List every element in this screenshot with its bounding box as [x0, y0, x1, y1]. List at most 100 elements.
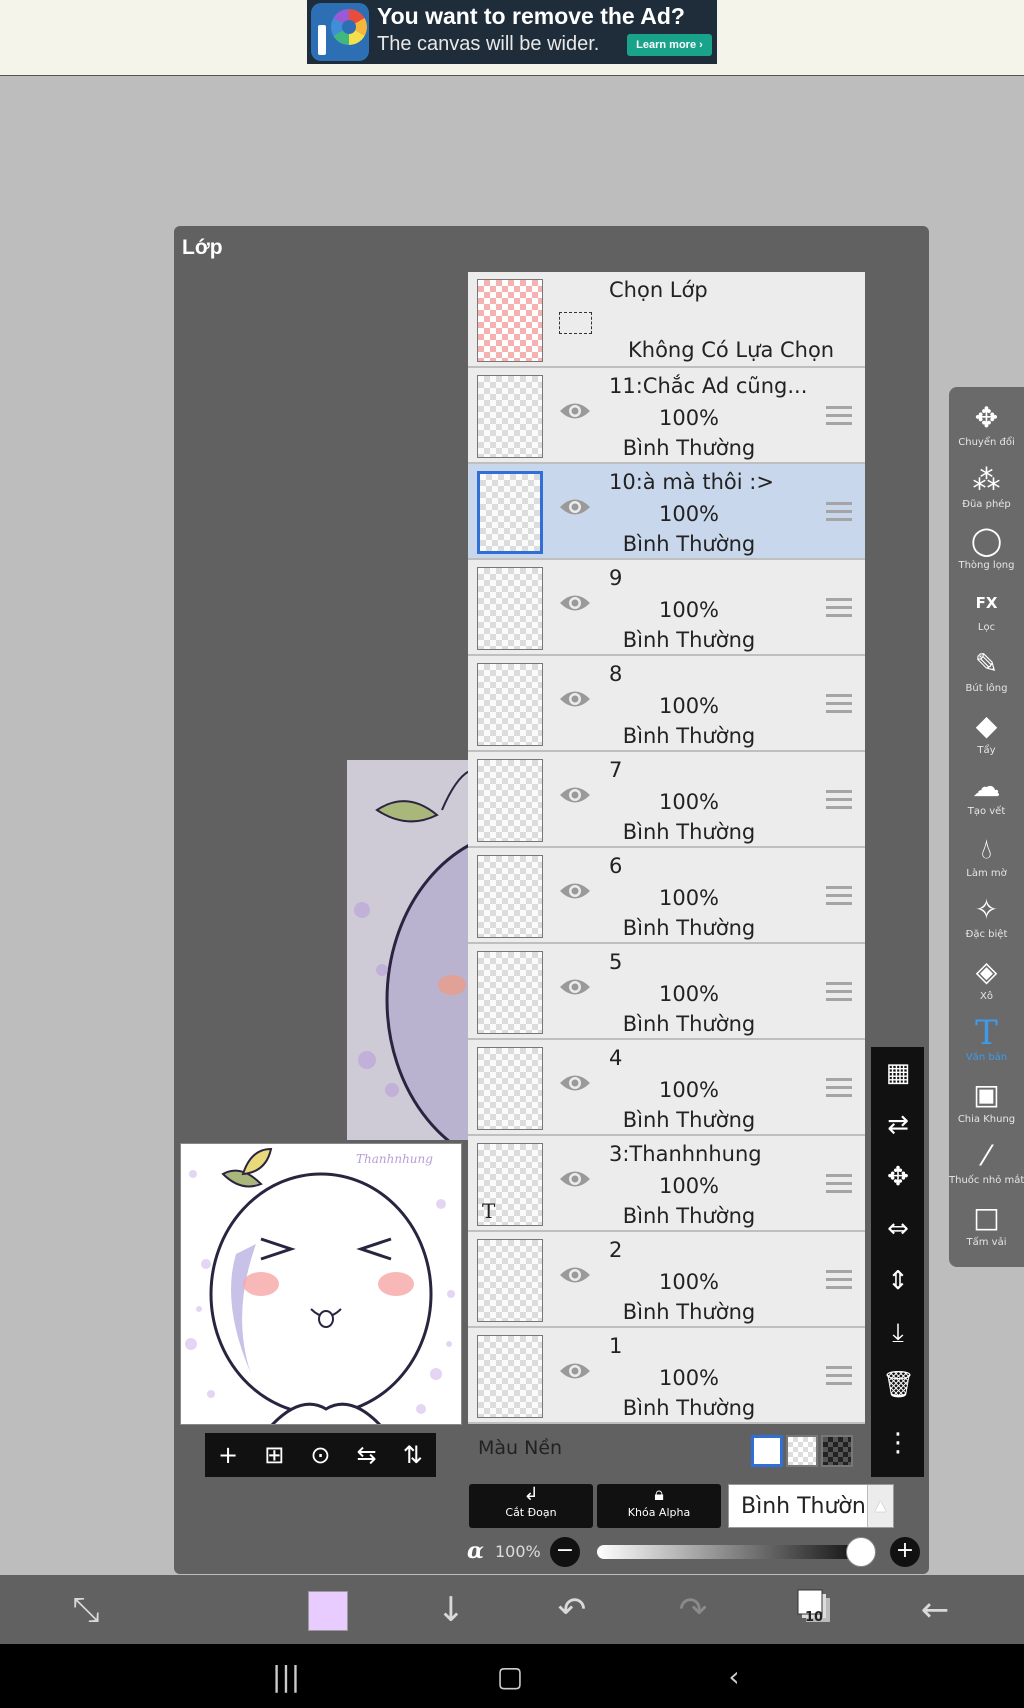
layer-row[interactable]: T 3:Thanhnhung 100% Bình Thường: [468, 1136, 865, 1232]
add-layer-button[interactable]: +: [211, 1441, 245, 1469]
text-icon: T: [975, 1013, 998, 1053]
tool-bucket[interactable]: ◈ Xô: [949, 953, 1024, 1013]
tool-canvas[interactable]: □ Tấm vải: [949, 1199, 1024, 1259]
current-color-swatch[interactable]: [308, 1591, 348, 1631]
layer-row[interactable]: 6 100% Bình Thường: [468, 848, 865, 944]
tool-fx[interactable]: FX Lọc: [949, 584, 1024, 644]
layer-swap-icon[interactable]: ⇄: [882, 1109, 914, 1141]
selection-layer-row[interactable]: Chọn Lớp Không Có Lựa Chọn: [468, 272, 865, 368]
canvas-area[interactable]: [347, 760, 469, 1140]
flip-layer-vertical-icon[interactable]: ⇕: [882, 1265, 914, 1297]
recent-apps-icon[interactable]: |||: [266, 1657, 306, 1697]
layer-row[interactable]: 2 100% Bình Thường: [468, 1232, 865, 1328]
layer-row[interactable]: 5 100% Bình Thường: [468, 944, 865, 1040]
layer-row[interactable]: 8 100% Bình Thường: [468, 656, 865, 752]
eye-icon[interactable]: [558, 1168, 592, 1190]
eye-icon[interactable]: [558, 784, 592, 806]
back-arrow-icon[interactable]: ←: [912, 1587, 958, 1633]
tool-blur[interactable]: 💧︎ Làm mờ: [949, 830, 1024, 890]
opacity-slider-knob[interactable]: [846, 1537, 876, 1567]
layer-row[interactable]: 9 100% Bình Thường: [468, 560, 865, 656]
alpha-symbol: α: [467, 1538, 484, 1564]
eye-icon[interactable]: [558, 1264, 592, 1286]
drag-handle-icon[interactable]: [826, 598, 852, 618]
flip-vertical-button[interactable]: ⇅: [396, 1441, 430, 1469]
eye-icon[interactable]: [558, 880, 592, 902]
ad-learn-more-button[interactable]: Learn more ›: [627, 34, 712, 56]
blur-icon: 💧︎: [980, 831, 993, 865]
transform-tool-icon[interactable]: ⤡: [63, 1587, 109, 1633]
drag-handle-icon[interactable]: [826, 694, 852, 714]
tool-frame-divider[interactable]: ▣ Chia Khung: [949, 1076, 1024, 1136]
drag-handle-icon[interactable]: [826, 1366, 852, 1386]
opacity-increase-button[interactable]: +: [890, 1537, 920, 1567]
drag-handle-icon[interactable]: [826, 502, 852, 522]
ad-banner[interactable]: You want to remove the Ad? The canvas wi…: [307, 0, 717, 64]
tool-magic-wand[interactable]: ⁂ Đũa phép: [949, 461, 1024, 521]
tool-text[interactable]: T Văn bản: [949, 1014, 1024, 1074]
drag-handle-icon[interactable]: [826, 790, 852, 810]
redo-icon[interactable]: ↷: [670, 1587, 716, 1633]
tool-smudge[interactable]: ☁ Tạo vết: [949, 768, 1024, 828]
tool-lasso[interactable]: ◯ Thòng lọng: [949, 522, 1024, 582]
tool-move[interactable]: ✥ Chuyển đổi: [949, 399, 1024, 459]
arrow-down-icon[interactable]: ↓: [428, 1587, 474, 1633]
background-transparent-swatch[interactable]: [786, 1435, 818, 1467]
eye-icon[interactable]: [558, 1072, 592, 1094]
canvas-thumbnail[interactable]: Thanhnhung: [180, 1143, 462, 1425]
eye-icon[interactable]: [558, 688, 592, 710]
background-dark-checker-swatch[interactable]: [821, 1435, 853, 1467]
alpha-lock-button[interactable]: 🔒︎ Khóa Alpha: [597, 1484, 721, 1528]
drag-handle-icon[interactable]: [826, 1270, 852, 1290]
eye-icon[interactable]: [558, 592, 592, 614]
layers-icon[interactable]: 10: [792, 1587, 838, 1633]
system-back-icon[interactable]: ‹: [714, 1657, 754, 1697]
trash-icon[interactable]: 🗑: [882, 1369, 915, 1401]
layer-thumbnail: [477, 567, 543, 650]
blend-mode-select[interactable]: Bình Thường ▲: [728, 1484, 894, 1528]
special-icon: ✧: [974, 893, 999, 926]
layer-name: 3:Thanhnhung: [609, 1142, 762, 1166]
eye-icon[interactable]: [558, 976, 592, 998]
drag-handle-icon[interactable]: [826, 982, 852, 1002]
tool-eyedropper[interactable]: ⁄ Thuốc nhỏ mắt: [949, 1137, 1024, 1197]
layer-thumbnail: [477, 951, 543, 1034]
tool-brush[interactable]: ✎ Bút lông: [949, 645, 1024, 705]
opacity-decrease-button[interactable]: −: [550, 1537, 580, 1567]
import-photo-button[interactable]: ⊙: [303, 1441, 337, 1469]
layer-row[interactable]: 11:Chắc Ad cũng... 100% Bình Thường: [468, 368, 865, 464]
flip-horizontal-button[interactable]: ⇆: [350, 1441, 384, 1469]
canvas-artwork: [354, 770, 469, 1140]
add-special-layer-button[interactable]: ⊞: [257, 1441, 291, 1469]
layer-count: 10: [805, 1610, 824, 1625]
layer-row[interactable]: 10:à mà thôi :> 100% Bình Thường: [468, 464, 865, 560]
checker-icon[interactable]: ▦: [882, 1057, 914, 1089]
layer-opacity: 100%: [658, 1366, 720, 1390]
move-layer-icon[interactable]: ✥: [882, 1161, 914, 1193]
eye-icon[interactable]: [558, 1360, 592, 1382]
drag-handle-icon[interactable]: [826, 406, 852, 426]
clipping-button[interactable]: ↲ Cắt Đoạn: [469, 1484, 593, 1528]
drag-handle-icon[interactable]: [826, 1174, 852, 1194]
drag-handle-icon[interactable]: [826, 1078, 852, 1098]
eye-icon[interactable]: [558, 400, 592, 422]
layer-opacity: 100%: [658, 1078, 720, 1102]
home-icon[interactable]: ▢: [490, 1657, 530, 1697]
tool-eraser[interactable]: ◆ Tẩy: [949, 707, 1024, 767]
tool-special[interactable]: ✧ Đặc biệt: [949, 891, 1024, 951]
opacity-slider[interactable]: [597, 1545, 861, 1559]
background-white-swatch[interactable]: [751, 1435, 783, 1467]
ad-subtitle: The canvas will be wider.: [377, 33, 600, 55]
drag-handle-icon[interactable]: [826, 886, 852, 906]
flip-layer-horizontal-icon[interactable]: ⇔: [882, 1213, 914, 1245]
layer-row[interactable]: 7 100% Bình Thường: [468, 752, 865, 848]
eye-icon[interactable]: [558, 496, 592, 518]
background-color-label: Màu Nền: [478, 1437, 563, 1459]
layer-row[interactable]: 1 100% Bình Thường: [468, 1328, 865, 1424]
merge-down-icon[interactable]: ⤓: [882, 1317, 914, 1349]
undo-icon[interactable]: ↶: [549, 1587, 595, 1633]
layer-row[interactable]: 4 100% Bình Thường: [468, 1040, 865, 1136]
more-options-icon[interactable]: ⋮: [882, 1427, 914, 1459]
tool-label: Làm mờ: [966, 867, 1007, 879]
thumbnail-toolbar: + ⊞ ⊙ ⇆ ⇅: [205, 1433, 436, 1477]
